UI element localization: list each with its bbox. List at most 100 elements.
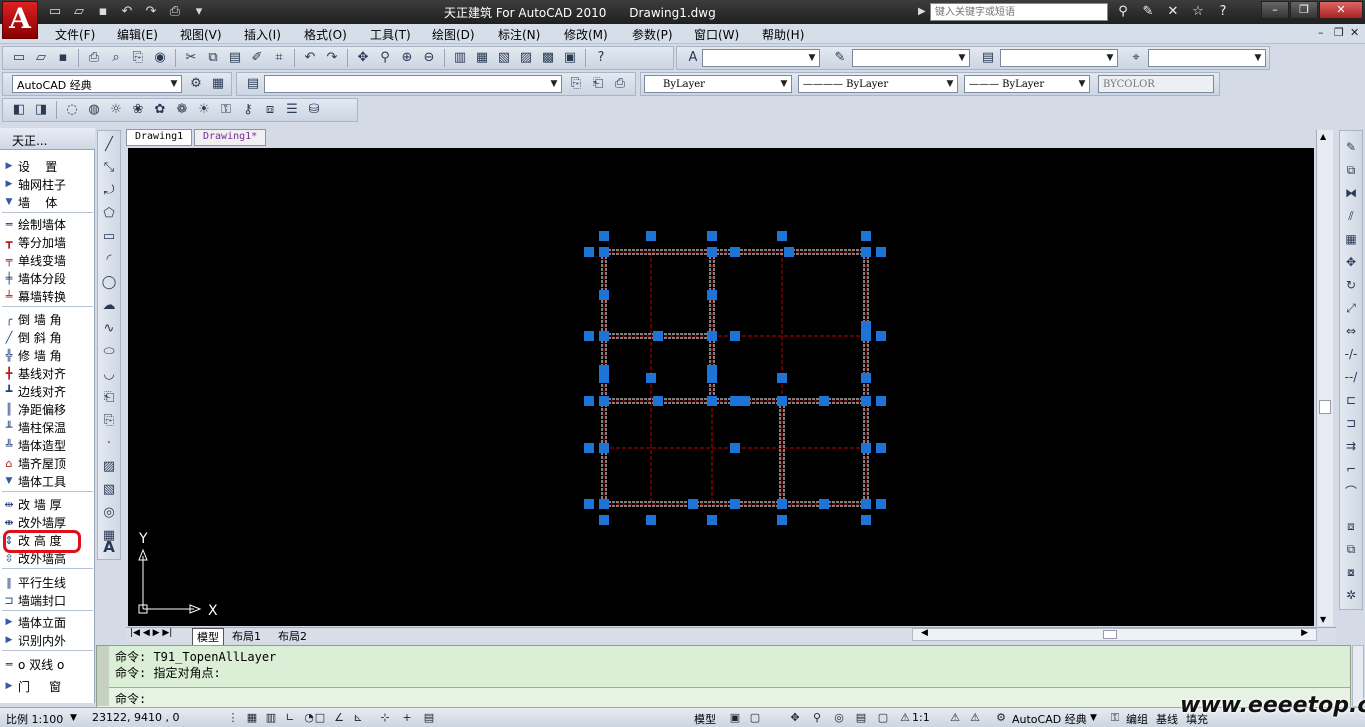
paste-icon[interactable]: ▤ bbox=[225, 48, 245, 68]
layer-icon[interactable]: ◧ bbox=[9, 100, 29, 120]
extend-icon[interactable]: --/ bbox=[1341, 367, 1361, 387]
spline-icon[interactable]: ∿ bbox=[99, 319, 119, 339]
zoom-icon[interactable]: ⚲ bbox=[808, 709, 826, 726]
qnew-icon[interactable]: ▭ bbox=[9, 48, 29, 68]
insert-block-icon[interactable]: ⎗ bbox=[99, 388, 119, 408]
polyline-icon[interactable]: ⤾ bbox=[99, 181, 119, 201]
break-icon[interactable]: ⊐ bbox=[1341, 413, 1361, 433]
tz-item-wall-elevation[interactable]: ▶ 墙体立面 bbox=[0, 613, 95, 631]
menu-insert[interactable]: 插入(I) bbox=[244, 26, 281, 43]
pan-icon[interactable]: ✥ bbox=[353, 48, 373, 68]
tz-item-wall-tools[interactable]: ▼ 墙体工具 bbox=[0, 472, 95, 490]
dyn-icon[interactable]: ⊹ bbox=[376, 709, 394, 726]
scroll-down-icon[interactable]: ▼ bbox=[1320, 615, 1326, 624]
layer-thaw-icon[interactable]: ❁ bbox=[172, 100, 192, 120]
lineweight-combo[interactable]: ——— ByLayer ▼ bbox=[964, 75, 1090, 93]
lock-icon[interactable]: ◍ bbox=[84, 100, 104, 120]
quick-view-icon[interactable]: ▢ bbox=[874, 709, 892, 726]
menu-dimension[interactable]: 标注(N) bbox=[498, 26, 540, 43]
redo-icon[interactable]: ↷ bbox=[322, 48, 342, 68]
showmotion-icon[interactable]: ▤ bbox=[852, 709, 870, 726]
coordinate-readout[interactable]: 23122, 9410 , 0 bbox=[92, 711, 179, 724]
tz-item-axis-column[interactable]: ▶ 轴网柱子 bbox=[0, 175, 95, 193]
grip-handle[interactable] bbox=[653, 331, 663, 341]
ellipse-arc-icon[interactable]: ◡ bbox=[99, 365, 119, 385]
grip-handle[interactable] bbox=[861, 331, 871, 341]
layer-switch-icon[interactable]: ◨ bbox=[31, 100, 51, 120]
grip-handle[interactable] bbox=[861, 231, 871, 241]
text-style-combo[interactable]: ▼ bbox=[702, 49, 820, 67]
grip-handle[interactable] bbox=[707, 247, 717, 257]
make-current-icon[interactable]: ⎘ bbox=[566, 74, 586, 94]
tz-item-line-to-wall[interactable]: ╤ 单线变墙 bbox=[0, 251, 95, 269]
grip-handle[interactable] bbox=[730, 396, 740, 406]
osnap-icon[interactable]: □ bbox=[311, 709, 329, 726]
tz-item-change-thickness[interactable]: ⇹ 改 墙 厚 bbox=[0, 495, 95, 513]
scale-icon[interactable]: ⤢ bbox=[1341, 298, 1361, 318]
linetype-combo[interactable]: ———— ByLayer ▼ bbox=[798, 75, 958, 93]
tz-item-settings[interactable]: ▶ 设 置 bbox=[0, 157, 95, 175]
tz-item-divide-wall[interactable]: ┳ 等分加墙 bbox=[0, 233, 95, 251]
markup-icon[interactable]: ▩ bbox=[538, 48, 558, 68]
preview-icon[interactable]: ⌕ bbox=[106, 48, 126, 68]
help-icon[interactable]: ? bbox=[1212, 2, 1234, 22]
tab-drawing1[interactable]: Drawing1 bbox=[126, 129, 193, 146]
dim-style-icon[interactable]: ✎ bbox=[830, 48, 850, 68]
copy-icon[interactable]: ⧉ bbox=[1341, 160, 1361, 180]
scroll-right-icon[interactable]: ▶ bbox=[1301, 628, 1308, 638]
grip-handle[interactable] bbox=[730, 499, 740, 509]
grip-handle[interactable] bbox=[730, 443, 740, 453]
drawing-canvas[interactable]: Y X bbox=[128, 148, 1314, 626]
grip-handle[interactable] bbox=[861, 443, 871, 453]
hatch-icon[interactable]: ▨ bbox=[99, 457, 119, 477]
tz-item-wall-chamfer[interactable]: ╱ 倒 斜 角 bbox=[0, 328, 95, 346]
lightbulb-on-icon[interactable]: ☼ bbox=[106, 100, 126, 120]
infer-icon[interactable]: ⋮ bbox=[224, 709, 242, 726]
grip-handle[interactable] bbox=[730, 247, 740, 257]
grip-handle[interactable] bbox=[599, 499, 609, 509]
bring-front-icon[interactable]: ⧉ bbox=[1341, 539, 1361, 559]
grip-handle[interactable] bbox=[777, 373, 787, 383]
redo-icon[interactable]: ↷ bbox=[140, 2, 162, 21]
tz-item-wall-roof[interactable]: ⌂ 墙齐屋顶 bbox=[0, 454, 95, 472]
vertical-scrollbar[interactable]: ▲ ▼ bbox=[1316, 130, 1333, 626]
table-style-combo[interactable]: ▼ bbox=[1000, 49, 1118, 67]
command-input[interactable]: 命令: bbox=[97, 687, 1350, 707]
zoom-realtime-icon[interactable]: ⚲ bbox=[375, 48, 395, 68]
plot-icon[interactable]: ⎙ bbox=[164, 2, 186, 21]
tz-item-door-window[interactable]: ▶ 门 窗 bbox=[0, 677, 95, 695]
stretch-icon[interactable]: ⇔ bbox=[1341, 321, 1361, 341]
trim-icon[interactable]: -/- bbox=[1341, 344, 1361, 364]
binoculars-icon[interactable]: ⚲ bbox=[1112, 2, 1134, 22]
layer-stack-icon[interactable]: ☰ bbox=[282, 100, 302, 120]
zoom-window-icon[interactable]: ⊕ bbox=[397, 48, 417, 68]
table-style-icon[interactable]: ▤ bbox=[978, 48, 998, 68]
sheet-set-icon[interactable]: ▨ bbox=[516, 48, 536, 68]
offset-icon[interactable]: ⫽ bbox=[1341, 206, 1361, 226]
dim-style-combo[interactable]: ▼ bbox=[852, 49, 970, 67]
tz-item-draw-wall[interactable]: ═ 绘制墙体 bbox=[0, 215, 95, 233]
tz-item-baseline-align[interactable]: ╋ 基线对齐 bbox=[0, 364, 95, 382]
grip-handle[interactable] bbox=[646, 373, 656, 383]
polygon-icon[interactable]: ⬠ bbox=[99, 204, 119, 224]
break-at-point-icon[interactable]: ⊏ bbox=[1341, 390, 1361, 410]
tianzheng-panel-title[interactable]: 天正... bbox=[0, 128, 95, 150]
menu-draw[interactable]: 绘图(D) bbox=[432, 26, 475, 43]
tz-item-offset[interactable]: ║ 净距偏移 bbox=[0, 400, 95, 418]
scroll-left-icon[interactable]: ◀ bbox=[921, 628, 928, 638]
text-style-icon[interactable]: A bbox=[683, 48, 703, 68]
grip-handle[interactable] bbox=[777, 499, 787, 509]
annotation-visibility-icon[interactable]: ⚠ bbox=[946, 709, 964, 726]
scale-dropdown-icon[interactable]: ▼ bbox=[70, 713, 77, 723]
quick-properties-icon[interactable]: ▤ bbox=[420, 709, 438, 726]
grip-handle[interactable] bbox=[861, 396, 871, 406]
grip-handle[interactable] bbox=[707, 515, 717, 525]
tab-drawing1-modified[interactable]: Drawing1* bbox=[194, 129, 267, 146]
tab-model[interactable]: 模型 bbox=[192, 628, 224, 646]
baseline-toggle[interactable]: 基线 bbox=[1156, 711, 1178, 727]
workspace-switch-icon[interactable]: ⚙ bbox=[992, 709, 1010, 726]
layer-combo[interactable]: ▼ bbox=[264, 75, 562, 93]
search-arrow-icon[interactable]: ▶ bbox=[918, 3, 930, 21]
chamfer-icon[interactable]: ⌐ bbox=[1341, 459, 1361, 479]
cut-icon[interactable]: ✂ bbox=[181, 48, 201, 68]
